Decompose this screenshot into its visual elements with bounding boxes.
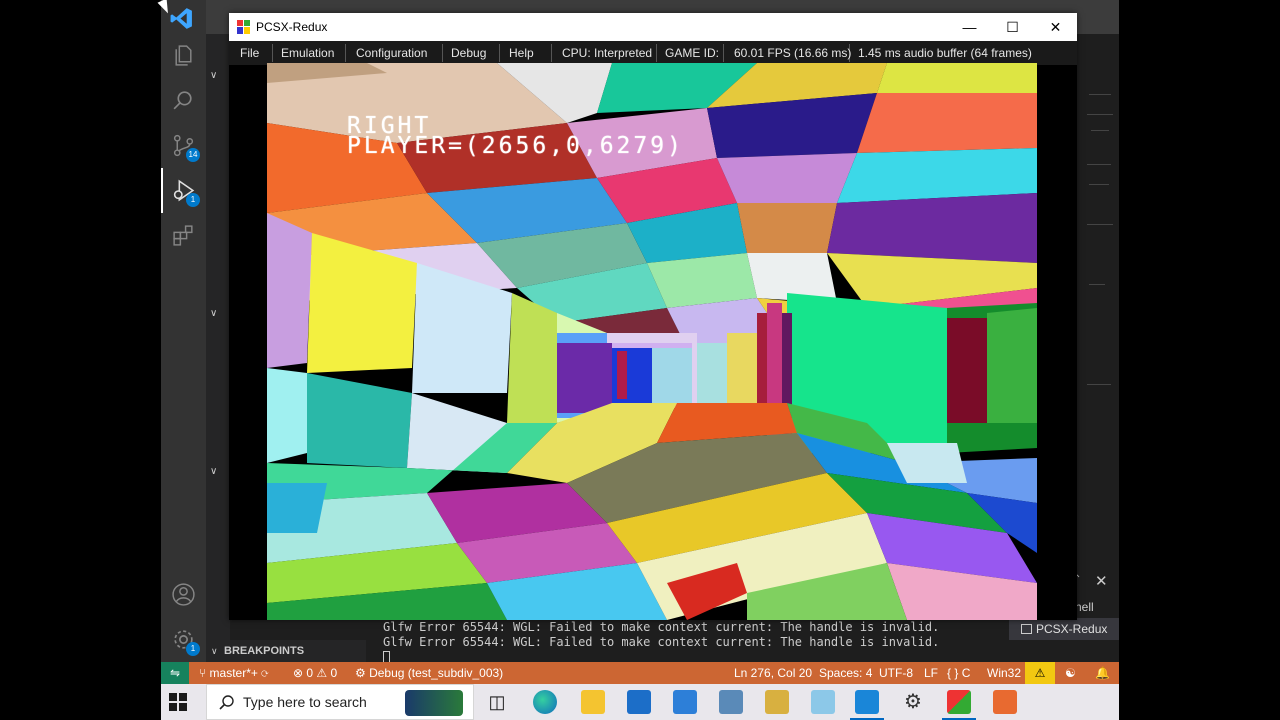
- eol-status[interactable]: LF: [924, 662, 938, 684]
- search-icon: [219, 695, 234, 710]
- vscode-status-bar: ⇋ ⑂ master*+ ⟳ ⊗ 0 ⚠ 0 ⚙ Debug (test_sub…: [161, 662, 1119, 684]
- menu-emulation[interactable]: Emulation: [281, 41, 334, 65]
- vscode-taskbar-icon[interactable]: [855, 690, 879, 714]
- source-control-icon[interactable]: 14: [171, 133, 200, 162]
- active-indicator: [161, 168, 163, 213]
- pcsx-redux-window: PCSX-Redux — ☐ ✕ File Emulation Configur…: [229, 13, 1077, 620]
- chevron-down-icon[interactable]: ∨: [210, 70, 217, 81]
- menu-debug[interactable]: Debug: [451, 41, 486, 65]
- vscode-activity-bar: 14 1 1: [161, 0, 206, 662]
- taskbar-search-box[interactable]: Type here to search: [206, 684, 474, 720]
- window-title: PCSX-Redux: [256, 20, 328, 34]
- language-label: C: [961, 666, 971, 680]
- terminal-tab-label: PCSX-Redux: [1036, 622, 1108, 636]
- microsoft-store-icon[interactable]: [627, 690, 651, 714]
- breakpoints-label: BREAKPOINTS: [224, 645, 305, 657]
- maximize-button[interactable]: ☐: [991, 13, 1034, 41]
- breakpoints-section-header[interactable]: ∨ BREAKPOINTS: [206, 640, 366, 662]
- errors-count: 0: [306, 666, 314, 680]
- accounts-icon[interactable]: [171, 582, 196, 607]
- close-panel-icon[interactable]: ✕: [1095, 572, 1108, 590]
- notifications-bell-icon[interactable]: 🔔: [1095, 662, 1110, 684]
- game-viewport[interactable]: RIGHT PLAYER=(2656,0,6279): [267, 63, 1037, 620]
- photos-app-icon[interactable]: [719, 690, 743, 714]
- manage-gear-icon[interactable]: 1: [171, 627, 200, 656]
- app-paper-icon[interactable]: [811, 690, 835, 714]
- terminal-line: Glfw Error 65544: WGL: Failed to make co…: [383, 635, 940, 649]
- branch-status[interactable]: ⑂ master*+ ⟳: [199, 662, 268, 684]
- debug-badge: 1: [186, 193, 200, 207]
- feedback-icon[interactable]: ☯: [1065, 662, 1076, 684]
- branch-label: master*+: [209, 666, 258, 680]
- app-sm-icon[interactable]: [765, 690, 789, 714]
- fps-readout: 60.01 FPS (16.66 ms): [734, 46, 852, 60]
- vscode-sidebar: ∨ ∨ ∨: [206, 34, 230, 662]
- terminal-output[interactable]: Glfw Error 65544: WGL: Failed to make co…: [366, 620, 1006, 664]
- menu-help[interactable]: Help: [509, 41, 534, 65]
- edge-browser-icon[interactable]: [533, 690, 557, 714]
- editor-minimap: [1077, 34, 1119, 574]
- explorer-icon[interactable]: [171, 43, 196, 68]
- menu-file[interactable]: File: [240, 41, 259, 65]
- source-control-badge: 14: [186, 148, 200, 162]
- cpu-mode: CPU: Interpreted: [562, 46, 653, 60]
- minimize-button[interactable]: —: [948, 13, 991, 41]
- mail-icon[interactable]: [673, 690, 697, 714]
- chevron-down-icon: ∨: [211, 646, 218, 656]
- file-explorer-icon[interactable]: [581, 690, 605, 714]
- search-highlight-icon: [405, 690, 463, 716]
- encoding-status[interactable]: UTF-8: [879, 662, 913, 684]
- chevron-down-icon[interactable]: ∨: [210, 466, 217, 477]
- language-status[interactable]: { } C: [947, 662, 970, 684]
- close-button[interactable]: ✕: [1034, 13, 1077, 41]
- menu-configuration[interactable]: Configuration: [356, 41, 427, 65]
- settings-badge: 1: [186, 642, 200, 656]
- hud-player-position: PLAYER=(2656,0,6279): [347, 133, 684, 159]
- game-id: GAME ID:: [665, 46, 720, 60]
- search-placeholder: Type here to search: [243, 694, 367, 710]
- terminal-line: Glfw Error 65544: WGL: Failed to make co…: [383, 620, 940, 634]
- app-office-icon[interactable]: [993, 690, 1017, 714]
- debug-status[interactable]: ⚙ Debug (test_subdiv_003): [355, 662, 503, 684]
- terminal-tab-icon: [1021, 624, 1032, 634]
- search-icon[interactable]: [171, 88, 196, 113]
- pcsx-title-bar[interactable]: PCSX-Redux — ☐ ✕: [229, 13, 1077, 41]
- pcsx-taskbar-icon[interactable]: [947, 690, 971, 714]
- remote-indicator-icon[interactable]: ⇋: [161, 662, 189, 684]
- chevron-down-icon[interactable]: ∨: [210, 308, 217, 319]
- problems-status[interactable]: ⊗ 0 ⚠ 0: [293, 662, 337, 684]
- pcsx-menu-bar: File Emulation Configuration Debug Help …: [229, 41, 1077, 65]
- warning-icon[interactable]: ⚠: [1025, 662, 1055, 684]
- desktop-screen: 14 1 1 ∨ ∨ ∨ ∨ BREAKPOINTS Glfw Error 65…: [161, 0, 1119, 720]
- windows-taskbar: Type here to search ◫ ⚙: [161, 684, 1119, 720]
- pcsx-app-icon: [237, 20, 250, 34]
- audio-buffer-readout: 1.45 ms audio buffer (64 frames): [858, 46, 1032, 60]
- settings-gear-icon[interactable]: ⚙: [901, 690, 925, 714]
- warnings-count: 0: [330, 666, 338, 680]
- task-view-icon[interactable]: ◫: [485, 690, 509, 714]
- terminal-tab-pcsx[interactable]: PCSX-Redux: [1009, 618, 1119, 640]
- run-debug-icon[interactable]: 1: [171, 178, 200, 207]
- terminal-shell-label: hell: [1075, 600, 1094, 614]
- debug-config-label: Debug (test_subdiv_003): [369, 666, 504, 680]
- windows-start-icon[interactable]: [169, 693, 187, 711]
- extensions-icon[interactable]: [171, 223, 196, 248]
- platform-status[interactable]: Win32: [987, 662, 1021, 684]
- cursor-position[interactable]: Ln 276, Col 20: [734, 662, 812, 684]
- indentation-status[interactable]: Spaces: 4: [819, 662, 872, 684]
